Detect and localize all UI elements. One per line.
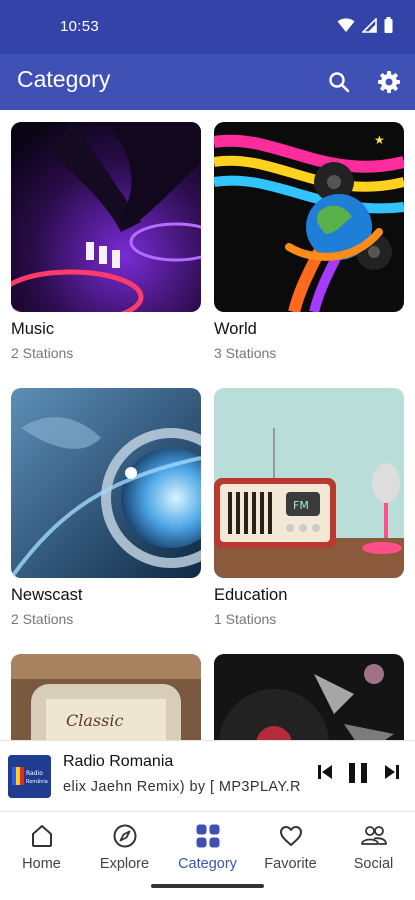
- nav-category[interactable]: Category: [166, 822, 249, 872]
- category-name: Education: [214, 586, 288, 604]
- category-card-partial-1[interactable]: Classic: [11, 654, 201, 740]
- category-station-count: 1 Stations: [214, 611, 277, 627]
- logo-text-radio: Radio: [26, 770, 43, 777]
- music-thumbnail: [11, 122, 201, 312]
- station-logo: Radio România: [8, 755, 51, 798]
- skip-previous-icon: [318, 765, 332, 779]
- status-bar: 10:53: [0, 0, 415, 54]
- gear-icon: [378, 71, 400, 93]
- category-name: World: [214, 320, 257, 338]
- now-playing-station: Radio Romania: [63, 753, 174, 770]
- now-playing-track: elix Jaehn Remix) by [ MP3PLAY.RO: [63, 779, 301, 795]
- category-station-count: 2 Stations: [11, 345, 74, 361]
- compass-icon: [113, 824, 136, 848]
- pause-icon: [349, 763, 367, 783]
- category-card-newscast[interactable]: Newscast 2 Stations: [11, 388, 201, 627]
- category-station-count: 2 Stations: [11, 611, 74, 627]
- category-thumbnail: Classic: [11, 654, 201, 740]
- heart-icon: [279, 826, 302, 846]
- education-thumbnail: FM: [214, 388, 404, 578]
- category-card-world[interactable]: ★ World 3 Stations: [214, 122, 404, 361]
- previous-button[interactable]: [317, 763, 333, 786]
- home-icon: [31, 825, 52, 847]
- nav-favorite[interactable]: Favorite: [249, 822, 332, 872]
- people-icon: [360, 826, 387, 845]
- logo-text-romania: România: [26, 778, 48, 785]
- status-icons: [337, 17, 393, 33]
- world-thumbnail: ★: [214, 122, 404, 312]
- nav-label: Home: [22, 856, 61, 872]
- nav-label: Favorite: [264, 856, 317, 872]
- nav-social[interactable]: Social: [332, 822, 415, 872]
- category-card-partial-2[interactable]: [214, 654, 404, 740]
- page-title: Category: [17, 66, 111, 92]
- status-time: 10:53: [60, 18, 100, 35]
- cell-signal-icon: [362, 17, 377, 33]
- skip-next-icon: [385, 765, 399, 779]
- nav-explore[interactable]: Explore: [83, 822, 166, 872]
- next-button[interactable]: [384, 763, 400, 786]
- newscast-thumbnail: [11, 388, 201, 578]
- wifi-icon: [337, 18, 355, 32]
- nav-label: Category: [178, 856, 237, 872]
- nav-label: Social: [353, 856, 394, 872]
- category-name: Music: [11, 320, 55, 338]
- category-card-education[interactable]: FM Education 1 Stations: [214, 388, 404, 627]
- category-grid-icon: [196, 824, 219, 848]
- svg-text:★: ★: [374, 133, 385, 147]
- nav-label: Explore: [99, 856, 150, 872]
- category-grid: Music 2 Stations ★ World 3 Stations News…: [0, 110, 415, 740]
- svg-text:Classic: Classic: [66, 711, 123, 730]
- gesture-bar[interactable]: [151, 884, 264, 888]
- mini-player[interactable]: Radio România Radio Romania elix Jaehn R…: [0, 740, 415, 811]
- settings-button[interactable]: [373, 66, 405, 98]
- battery-icon: [384, 17, 393, 33]
- search-button[interactable]: [323, 66, 355, 98]
- svg-text:FM: FM: [293, 499, 309, 512]
- nav-home[interactable]: Home: [0, 822, 83, 872]
- search-icon: [329, 72, 350, 93]
- category-thumbnail: [214, 654, 404, 740]
- app-bar: Category: [0, 54, 415, 110]
- pause-button[interactable]: [347, 761, 369, 790]
- category-station-count: 3 Stations: [214, 345, 277, 361]
- category-name: Newscast: [11, 586, 83, 604]
- category-card-music[interactable]: Music 2 Stations: [11, 122, 201, 361]
